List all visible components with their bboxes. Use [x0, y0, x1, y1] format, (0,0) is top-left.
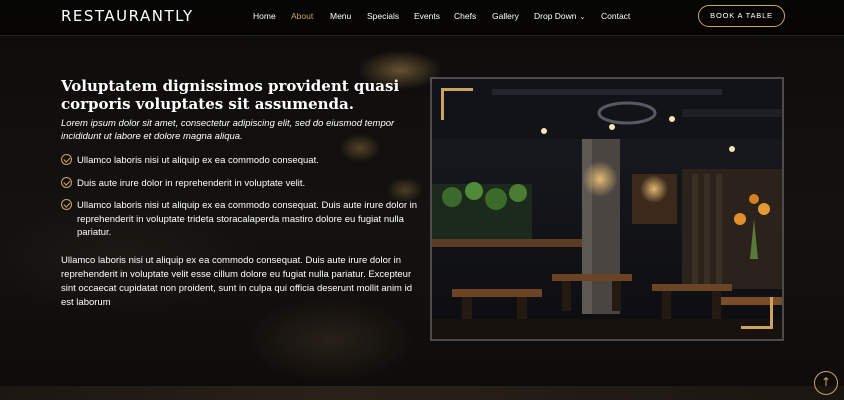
about-title: Voluptatem dignissimos provident quasi c…	[61, 77, 400, 113]
list-item-text: Ullamco laboris nisi ut aliquip ex ea co…	[77, 200, 418, 238]
nav-home[interactable]: Home	[253, 11, 276, 21]
site-header: RESTAURANTLY Home About Menu Specials Ev…	[0, 0, 844, 36]
about-paragraph: Ullamco laboris nisi ut aliquip ex ea co…	[61, 255, 413, 308]
list-item: Ullamco laboris nisi ut aliquip ex ea co…	[61, 154, 421, 168]
book-table-button[interactable]: BOOK A TABLE	[698, 5, 785, 27]
nav-about[interactable]: About	[291, 11, 313, 21]
about-list: Ullamco laboris nisi ut aliquip ex ea co…	[61, 154, 421, 240]
check-circle-icon	[61, 199, 72, 210]
bottom-strip	[0, 386, 844, 400]
about-lead: Lorem ipsum dolor sit amet, consectetur …	[61, 118, 395, 142]
restaurant-photo	[430, 77, 784, 341]
nav-dropdown-label: Drop Down	[534, 11, 577, 21]
check-circle-icon	[61, 154, 72, 165]
check-circle-icon	[61, 176, 72, 188]
arrow-up-icon: ↑	[820, 375, 832, 389]
chevron-down-icon: ⌄	[579, 14, 586, 21]
nav-gallery[interactable]: Gallery	[492, 11, 519, 21]
nav-dropdown[interactable]: Drop Down ⌄	[534, 11, 585, 21]
nav-specials[interactable]: Specials	[367, 11, 399, 21]
list-item-text: Duis aute irure dolor in reprehenderit i…	[77, 177, 306, 189]
photo-corner-accent-top-left	[441, 88, 473, 120]
restaurant-interior-image	[432, 79, 782, 339]
photo-corner-accent-bottom-right	[741, 297, 773, 329]
nav-menu[interactable]: Menu	[330, 11, 351, 21]
nav-events[interactable]: Events	[414, 11, 440, 21]
list-item: Duis aute irure dolor in reprehenderit i…	[61, 176, 421, 191]
list-item: Ullamco laboris nisi ut aliquip ex ea co…	[61, 199, 421, 240]
nav-contact[interactable]: Contact	[601, 11, 630, 21]
list-item-text: Ullamco laboris nisi ut aliquip ex ea co…	[77, 155, 319, 166]
site-logo[interactable]: RESTAURANTLY	[61, 7, 194, 25]
nav-chefs[interactable]: Chefs	[454, 11, 476, 21]
back-to-top-button[interactable]: ↑	[814, 371, 838, 395]
